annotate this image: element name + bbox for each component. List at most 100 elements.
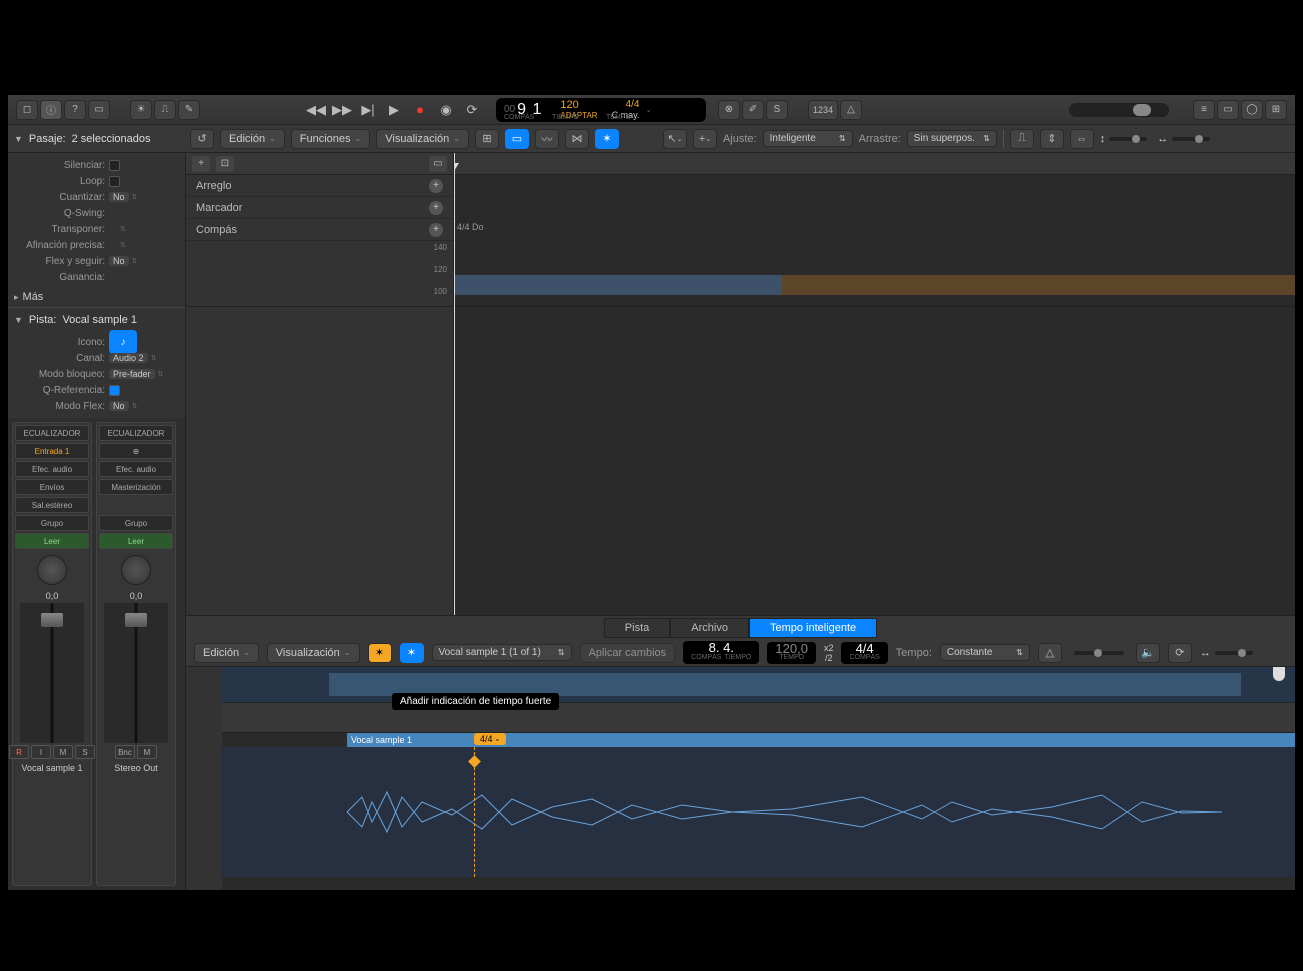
input-slot[interactable]: ⊕ — [99, 443, 173, 459]
grid-btn[interactable]: ⊞ — [475, 129, 499, 149]
editor-zoom-slider[interactable] — [1070, 647, 1128, 659]
inspector-value[interactable]: No⇅ — [109, 256, 179, 266]
inspector-value[interactable] — [109, 385, 179, 396]
chevron-down-icon[interactable]: ▼ — [14, 134, 23, 144]
marker-lane[interactable] — [454, 197, 1295, 219]
cycle-btn-2[interactable]: ↺ — [190, 129, 214, 149]
drag-select[interactable]: Sin superpos.⇅ — [907, 130, 997, 147]
mixer-btn[interactable]: ⎍ — [154, 100, 176, 120]
functions-menu[interactable]: Funciones⌄ — [291, 129, 370, 149]
flex-btn[interactable]: 〰 — [535, 129, 559, 149]
toolbar-btn[interactable]: ▭ — [88, 100, 110, 120]
group-slot[interactable]: Grupo — [99, 515, 173, 531]
help-btn[interactable]: ? — [64, 100, 86, 120]
eq-slot[interactable]: ECUALIZADOR — [15, 425, 89, 441]
notes-btn[interactable]: ▭ — [1217, 100, 1239, 120]
inspector-value[interactable]: ♪ — [109, 330, 179, 354]
snap-select[interactable]: Inteligente⇅ — [763, 130, 853, 147]
loop-btn[interactable]: ⋈ — [565, 129, 589, 149]
group-slot[interactable]: Grupo — [15, 515, 89, 531]
input-slot[interactable]: Entrada 1 — [15, 443, 89, 459]
arrangement-lane[interactable] — [454, 175, 1295, 197]
chevron-down-icon[interactable]: ▼ — [14, 315, 23, 325]
editor-lcd-sig[interactable]: 4/4 COMPÁS — [841, 642, 887, 664]
region-end-handle[interactable] — [1273, 667, 1285, 681]
editor-lcd-position[interactable]: 8. 4. COMPÁS TIEMPO — [683, 641, 759, 664]
replace-btn[interactable]: ⟳ — [460, 100, 484, 120]
tab-smart-tempo[interactable]: Tempo inteligente — [749, 618, 877, 638]
signature-tag[interactable]: 4/4⌄ — [474, 733, 506, 745]
more-disclosure[interactable]: Más — [23, 291, 44, 303]
tool-1[interactable]: ⊗ — [718, 100, 740, 120]
volume-fader[interactable] — [20, 603, 84, 743]
smarttempo-btn[interactable]: ✶ — [595, 129, 619, 149]
editor-view-menu[interactable]: Visualización⌄ — [267, 643, 360, 663]
master-volume[interactable] — [1069, 103, 1169, 117]
waveform-zoom[interactable]: ⎍ — [1010, 129, 1034, 149]
cycle-icon[interactable]: ⟳ — [1168, 643, 1192, 663]
inspector-value[interactable]: Audio 2⇅ — [109, 353, 179, 363]
record-btn[interactable]: ● — [408, 100, 432, 120]
global-track-header[interactable]: Compás+ — [186, 219, 453, 241]
apply-changes-btn[interactable]: Aplicar cambios — [580, 643, 676, 663]
vzoom-btn[interactable]: ⇕ — [1040, 129, 1064, 149]
speaker-icon[interactable]: 🔈 — [1136, 643, 1160, 663]
inspector-btn[interactable]: ⓘ — [40, 100, 62, 120]
inspector-value[interactable] — [109, 176, 179, 187]
editor-tool-1[interactable]: ✶ — [368, 643, 392, 663]
pan-knob[interactable] — [121, 555, 151, 585]
global-track-header[interactable]: Marcador+ — [186, 197, 453, 219]
metronome-icon[interactable]: △ — [1038, 643, 1062, 663]
add-track-btn[interactable]: + — [192, 156, 210, 172]
metronome-btn[interactable]: △ — [840, 100, 862, 120]
inspector-value[interactable]: No⇅ — [109, 401, 179, 411]
alt-tool[interactable]: +⌄ — [693, 129, 717, 149]
editor-ruler[interactable]: 4/4⌄ — [222, 703, 1295, 733]
global-track-header[interactable]: Arreglo+ — [186, 175, 453, 197]
view-menu[interactable]: Visualización⌄ — [376, 129, 469, 149]
strip-R-btn[interactable]: R — [9, 745, 29, 759]
editor-hzoom-slider[interactable]: ↔ — [1200, 647, 1257, 659]
list-btn[interactable]: ≡ — [1193, 100, 1215, 120]
editor-waveform[interactable] — [222, 747, 1295, 877]
automation-btn[interactable]: ▭ — [505, 129, 529, 149]
global-tracks-btn[interactable]: ▭ — [429, 156, 447, 172]
loops-btn[interactable]: ◯ — [1241, 100, 1263, 120]
stop-btn[interactable]: ▶| — [356, 100, 380, 120]
fx-slot[interactable]: Efec. audio — [99, 461, 173, 477]
automation-slot[interactable]: Leer — [15, 533, 89, 549]
editor-edit-menu[interactable]: Edición⌄ — [194, 643, 259, 663]
library-btn[interactable]: ◻ — [16, 100, 38, 120]
tool-2[interactable]: ✐ — [742, 100, 764, 120]
countoff-btn[interactable]: 1234 — [808, 100, 838, 120]
fx-slot[interactable]: Efec. audio — [15, 461, 89, 477]
tempo-lane[interactable] — [454, 241, 1295, 307]
fx-slot[interactable]: Masterización — [99, 479, 173, 495]
inspector-value[interactable] — [109, 160, 179, 171]
strip-S-btn[interactable]: S — [75, 745, 95, 759]
inspector-value[interactable]: No⇅ — [109, 192, 179, 202]
hzoom-slider[interactable]: ↔ — [1157, 133, 1214, 145]
playhead[interactable] — [454, 153, 455, 615]
bar-ruler[interactable] — [454, 153, 1295, 175]
lcd-display[interactable]: 00 9 1 COMPÁS TIEMPO 120 ADAPTAR TEMPO 4… — [496, 98, 706, 122]
tab-track[interactable]: Pista — [604, 618, 670, 638]
pan-knob[interactable] — [37, 555, 67, 585]
signature-lane[interactable]: 4/4 Do — [454, 219, 1295, 241]
tab-file[interactable]: Archivo — [670, 618, 749, 638]
cycle-btn[interactable]: ◉ — [434, 100, 458, 120]
editor-lcd-tempo[interactable]: 120,0 TEMPO — [767, 642, 816, 664]
strip-I-btn[interactable]: I — [31, 745, 51, 759]
editor-file-select[interactable]: Vocal sample 1 (1 of 1)⇅ — [432, 644, 572, 661]
output-slot[interactable]: Sal.estéreo — [15, 497, 89, 513]
play-btn[interactable]: ▶ — [382, 100, 406, 120]
hzoom-btn[interactable]: ⇔ — [1070, 129, 1094, 149]
tool-3[interactable]: S — [766, 100, 788, 120]
display-btn[interactable]: ☀ — [130, 100, 152, 120]
inspector-value[interactable]: ⇅ — [109, 225, 179, 233]
tempo-mode-select[interactable]: Constante⇅ — [940, 644, 1030, 661]
sends-slot[interactable]: Envíos — [15, 479, 89, 495]
edit-btn[interactable]: ✎ — [178, 100, 200, 120]
tempo-double[interactable]: x2 — [824, 643, 834, 653]
downbeat-marker[interactable] — [474, 747, 475, 877]
